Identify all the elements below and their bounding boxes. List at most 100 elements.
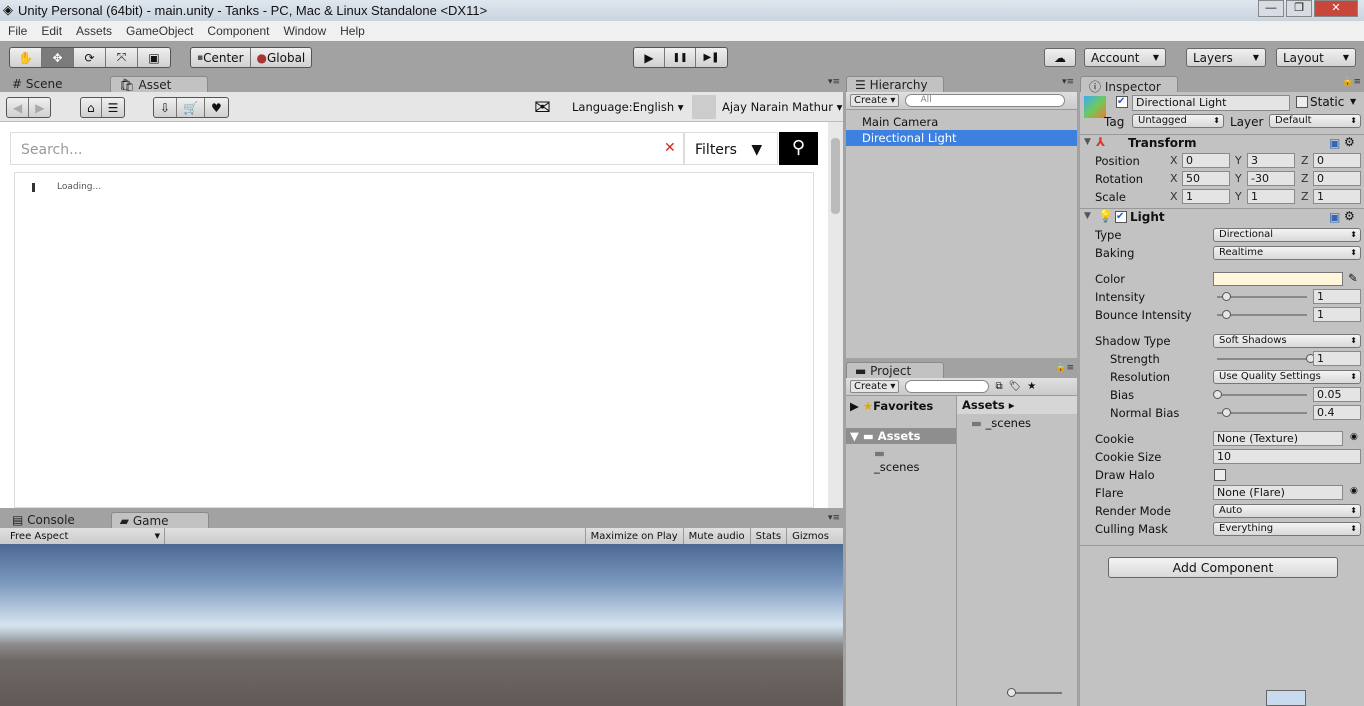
- hierarchy-item-main-camera[interactable]: Main Camera: [846, 114, 1077, 130]
- gear-icon[interactable]: ⚙: [1344, 209, 1355, 223]
- scale-x-input[interactable]: 1: [1182, 189, 1230, 204]
- transform-header[interactable]: ▼ ⅄ Transform ▣ ⚙: [1080, 134, 1364, 152]
- cookie-object-field[interactable]: None (Texture): [1213, 431, 1343, 446]
- menu-component[interactable]: Component: [207, 24, 269, 41]
- strength-slider[interactable]: [1217, 358, 1307, 360]
- move-tool-icon[interactable]: ✥: [42, 48, 74, 67]
- file-item-scenes[interactable]: ▬ _scenes: [957, 414, 1077, 432]
- aspect-dropdown[interactable]: Free Aspect ▼: [0, 528, 165, 545]
- back-button[interactable]: ◀: [7, 98, 30, 117]
- rotation-x-input[interactable]: 50: [1182, 171, 1230, 186]
- tab-hierarchy[interactable]: ☰ Hierarchy: [846, 76, 944, 92]
- create-dropdown[interactable]: Create ▾: [850, 380, 900, 393]
- heart-icon[interactable]: ♥: [205, 98, 228, 117]
- preview-toggle-icon[interactable]: [1266, 690, 1306, 706]
- pause-button[interactable]: ❚❚: [665, 48, 696, 67]
- play-button[interactable]: ▶: [634, 48, 665, 67]
- tab-scene[interactable]: # Scene: [4, 76, 70, 92]
- pivot-global-button[interactable]: ● Global: [251, 48, 312, 67]
- object-name-input[interactable]: Directional Light: [1132, 95, 1290, 111]
- tab-project[interactable]: ▬ Project: [846, 362, 944, 378]
- cart-icon[interactable]: 🛒: [177, 98, 206, 117]
- slider-thumb[interactable]: [1222, 292, 1231, 301]
- slider-thumb[interactable]: [1222, 310, 1231, 319]
- maximize-on-play-toggle[interactable]: Maximize on Play: [584, 528, 683, 545]
- panel-menu-icon[interactable]: ▾≡: [1062, 77, 1074, 87]
- tab-game[interactable]: ▰ Game: [110, 512, 209, 528]
- project-search-input[interactable]: [905, 380, 990, 393]
- icon-size-slider[interactable]: [1007, 688, 1062, 697]
- bias-slider[interactable]: [1217, 394, 1307, 396]
- gizmos-dropdown[interactable]: Gizmos: [786, 528, 843, 545]
- foldout-arrow-icon[interactable]: ▼: [1084, 137, 1091, 147]
- cloud-button[interactable]: ☁: [1044, 48, 1076, 67]
- panel-menu-icon[interactable]: 🔒≡: [1342, 77, 1361, 87]
- mail-icon[interactable]: ✉: [534, 95, 551, 119]
- tab-asset-store[interactable]: 🛍 Asset Store: [110, 76, 209, 106]
- rotation-z-input[interactable]: 0: [1313, 171, 1361, 186]
- cookie-size-input[interactable]: 10: [1213, 449, 1361, 464]
- filter-label-icon[interactable]: 🏷: [1009, 381, 1022, 392]
- create-dropdown[interactable]: Create ▾: [850, 94, 900, 107]
- position-z-input[interactable]: 0: [1313, 153, 1361, 168]
- clear-search-icon[interactable]: ✕: [664, 140, 676, 156]
- slider-thumb[interactable]: [1213, 390, 1222, 399]
- menu-window[interactable]: Window: [283, 24, 326, 41]
- object-picker-icon[interactable]: ◉: [1350, 486, 1358, 496]
- avatar[interactable]: [692, 95, 716, 119]
- maximize-button[interactable]: ❐: [1286, 0, 1312, 17]
- hand-tool-icon[interactable]: ✋: [10, 48, 42, 67]
- panel-menu-icon[interactable]: ▾≡: [828, 513, 840, 523]
- position-y-input[interactable]: 3: [1247, 153, 1295, 168]
- add-component-button[interactable]: Add Component: [1108, 557, 1338, 578]
- favorite-star-icon[interactable]: ★: [1027, 381, 1036, 392]
- search-button[interactable]: ⚲: [779, 132, 818, 165]
- strength-input[interactable]: 1: [1313, 351, 1361, 366]
- forward-button[interactable]: ▶: [29, 98, 50, 117]
- render-mode-dropdown[interactable]: Auto: [1213, 504, 1361, 518]
- color-swatch[interactable]: [1213, 272, 1343, 286]
- menu-assets[interactable]: Assets: [76, 24, 112, 41]
- home-icon[interactable]: ⌂: [81, 98, 102, 117]
- rotate-tool-icon[interactable]: ⟳: [74, 48, 106, 67]
- tab-console[interactable]: ▤ Console: [4, 512, 83, 528]
- scale-y-input[interactable]: 1: [1247, 189, 1295, 204]
- layers-dropdown[interactable]: Layers ▼: [1186, 48, 1266, 67]
- panel-menu-icon[interactable]: 🔒≡: [1055, 363, 1074, 373]
- active-checkbox[interactable]: ✔: [1116, 96, 1128, 108]
- tree-favorites[interactable]: ▶ ★Favorites: [846, 396, 956, 416]
- store-scrollbar[interactable]: [828, 122, 843, 508]
- menu-help[interactable]: Help: [340, 24, 365, 41]
- eyedropper-icon[interactable]: ✎: [1348, 271, 1358, 285]
- tree-scenes[interactable]: ▬ _scenes: [846, 444, 956, 476]
- bias-input[interactable]: 0.05: [1313, 387, 1361, 402]
- filters-button[interactable]: Filters ▼: [684, 132, 778, 165]
- hierarchy-search-input[interactable]: All: [905, 94, 1066, 107]
- baking-dropdown[interactable]: Realtime: [1213, 246, 1361, 260]
- object-picker-icon[interactable]: ◉: [1350, 432, 1358, 442]
- store-search-input[interactable]: Search...: [10, 132, 684, 165]
- project-breadcrumb[interactable]: Assets ▸: [957, 396, 1077, 414]
- shadow-type-dropdown[interactable]: Soft Shadows: [1213, 334, 1361, 348]
- intensity-input[interactable]: 1: [1313, 289, 1361, 304]
- hierarchy-item-directional-light[interactable]: Directional Light: [846, 130, 1077, 146]
- download-icon[interactable]: ⇩: [154, 98, 178, 117]
- mute-audio-toggle[interactable]: Mute audio: [682, 528, 750, 545]
- draw-halo-checkbox[interactable]: [1214, 469, 1226, 481]
- pivot-center-button[interactable]: ▪ Center: [191, 48, 251, 67]
- light-header[interactable]: ▼ 💡 ✔ Light ▣ ⚙: [1080, 208, 1364, 226]
- tag-dropdown[interactable]: Untagged: [1132, 114, 1224, 128]
- bounce-input[interactable]: 1: [1313, 307, 1361, 322]
- rect-tool-icon[interactable]: ▣: [138, 48, 170, 67]
- scale-tool-icon[interactable]: ⤧: [106, 48, 138, 67]
- gear-icon[interactable]: ⚙: [1344, 135, 1355, 149]
- layer-dropdown[interactable]: Default: [1269, 114, 1361, 128]
- list-icon[interactable]: ☰: [102, 98, 125, 117]
- filter-type-icon[interactable]: ⧉: [995, 381, 1002, 392]
- help-icon[interactable]: ▣: [1329, 136, 1340, 150]
- panel-menu-icon[interactable]: ▾≡: [828, 77, 840, 87]
- menu-gameobject[interactable]: GameObject: [126, 24, 193, 41]
- menu-file[interactable]: File: [8, 24, 27, 41]
- tree-assets[interactable]: ▼ ▬ Assets: [846, 428, 956, 444]
- resolution-dropdown[interactable]: Use Quality Settings: [1213, 370, 1361, 384]
